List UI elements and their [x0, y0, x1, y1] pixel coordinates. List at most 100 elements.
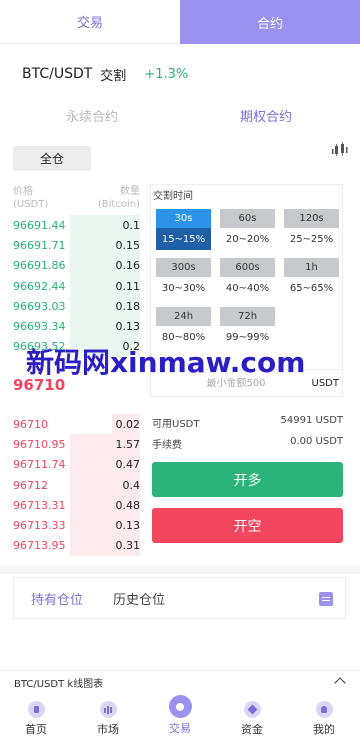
orderbook-price: 96713.33 — [13, 519, 66, 533]
orderbook-qty: 0.47 — [115, 458, 141, 472]
orderbook-price: 96693.03 — [13, 299, 66, 313]
nav-item-home[interactable]: 首页 — [0, 694, 72, 741]
orderbook-row[interactable]: 96691.44 0.1 — [13, 215, 141, 236]
orderbook-price: 96710 — [13, 417, 48, 431]
available-balance-row: 可用USDT 54991 USDT — [152, 415, 343, 430]
fee-label: 手续费 — [152, 440, 182, 451]
delivery-option-time: 300s — [156, 258, 211, 277]
orderbook-row[interactable]: 96691.86 0.16 — [13, 255, 141, 276]
fee-row: 手续费 0.00 USDT — [152, 436, 343, 451]
orderbook-qty: 0.02 — [115, 417, 141, 431]
contract-trading-page: 交易 合约 BTC/USDT 交割 +1.3% 永续合约 期权合约 全仓 价格 … — [0, 0, 360, 741]
available-value: 54991 USDT — [280, 415, 343, 426]
orderbook-price: 96693.34 — [13, 320, 66, 334]
nav-label: 首页 — [25, 723, 47, 736]
nav-item-market[interactable]: 市场 — [72, 694, 144, 741]
kline-chart-bar[interactable]: BTC/USDT k线图表 — [0, 670, 360, 694]
watermark: 新码网xinmaw.com — [25, 346, 306, 380]
nav-item-profile[interactable]: 我的 — [288, 694, 360, 741]
orderbook-row[interactable]: 96710 0.02 — [13, 414, 141, 435]
available-label: 可用USDT — [152, 419, 200, 430]
trade-icon — [168, 695, 192, 718]
delivery-option-range: 65~65% — [284, 277, 339, 299]
positions-tabs: 持有仓位 历史仓位 — [13, 577, 346, 619]
nav-label: 资金 — [241, 723, 263, 736]
price-column-unit: (USDT) — [13, 199, 49, 210]
delivery-options-grid: 30s 15~15% 60s 20~20% 120s 25~25% 300s 30~30% 60… — [156, 209, 339, 348]
orderbook-row[interactable]: 96713.95 0.31 — [13, 535, 141, 557]
top-tabs: 交易 合约 — [0, 0, 360, 44]
orderbook-qty: 0.13 — [115, 320, 141, 334]
pair-change: +1.3% — [144, 66, 189, 82]
tab-position-history[interactable]: 历史仓位 — [113, 589, 165, 608]
orderbook-qty: 0.48 — [115, 498, 141, 512]
bottom-nav: 首页 市场 交易 资金 我的 — [0, 694, 360, 741]
price-column-header: 价格 — [13, 186, 33, 197]
delivery-option-time: 24h — [156, 307, 211, 326]
orderbook-bids: 96691.44 0.1 96691.71 0.15 96691.86 0.16 96692… — [13, 215, 141, 358]
orderbook-qty: 1.57 — [115, 437, 141, 451]
delivery-option-120s[interactable]: 120s 25~25% — [284, 209, 339, 250]
qty-column-unit: (Bitcoin) — [97, 199, 140, 210]
nav-item-assets[interactable]: 资金 — [216, 694, 288, 741]
delivery-option-time: 72h — [220, 307, 275, 326]
orderbook-price: 96713.31 — [13, 498, 66, 512]
nav-label: 交易 — [169, 722, 191, 735]
qty-column-header: 数量 — [120, 186, 140, 197]
delivery-option-time: 30s — [156, 209, 211, 228]
margin-mode-select[interactable]: 全仓 — [13, 146, 91, 171]
delivery-option-time: 1h — [284, 258, 339, 277]
tab-exchange[interactable]: 交易 — [0, 0, 180, 44]
delivery-option-range: 40~40% — [220, 277, 275, 299]
delivery-option-range: 30~30% — [156, 277, 211, 299]
pair-name: BTC/USDT — [22, 66, 93, 82]
orderbook-row[interactable]: 96693.03 0.18 — [13, 296, 140, 317]
orderbook-row[interactable]: 96710.95 1.57 — [13, 434, 141, 455]
tab-current-positions[interactable]: 持有仓位 — [31, 589, 83, 608]
tab-options-contract[interactable]: 期权合约 — [240, 106, 292, 125]
orderbook-row[interactable]: 96692.44 0.11 — [13, 275, 140, 297]
pair-type: 交割 — [100, 68, 127, 84]
delivery-option-time: 60s — [220, 209, 275, 228]
orderbook-qty: 0.16 — [115, 259, 141, 273]
order-list-icon[interactable] — [319, 592, 333, 606]
orderbook-price: 96710.95 — [13, 437, 66, 451]
orderbook-price: 96711.74 — [13, 458, 66, 472]
orderbook-price: 96691.86 — [13, 259, 66, 273]
amount-unit: USDT — [311, 377, 339, 389]
orderbook-qty: 0.1 — [122, 218, 141, 232]
delivery-option-time: 600s — [220, 258, 275, 277]
orderbook-row[interactable]: 96691.71 0.15 — [13, 235, 141, 256]
pair-header[interactable]: BTC/USDT 交割 +1.3% — [22, 64, 188, 84]
open-long-button[interactable]: 开多 — [152, 462, 343, 497]
delivery-option-time: 120s — [284, 209, 339, 228]
nav-item-trade[interactable]: 交易 — [144, 694, 216, 741]
orderbook-row[interactable]: 96713.31 0.48 — [13, 495, 141, 516]
orderbook-price: 96691.44 — [13, 218, 66, 232]
orderbook-qty: 0.31 — [115, 539, 141, 553]
delivery-option-range: 15~15% — [156, 228, 211, 250]
delivery-option-600s[interactable]: 600s 40~40% — [220, 258, 275, 299]
delivery-option-range: 25~25% — [284, 228, 339, 250]
delivery-time-title: 交割时间 — [153, 191, 193, 202]
chevron-up-icon[interactable] — [334, 677, 346, 689]
orderbook-price: 96691.71 — [13, 238, 66, 252]
market-icon — [99, 701, 117, 718]
orderbook-qty: 0.15 — [115, 238, 141, 252]
delivery-option-60s[interactable]: 60s 20~20% — [220, 209, 275, 250]
orderbook-row[interactable]: 96711.74 0.47 — [13, 454, 141, 475]
assets-icon — [243, 701, 261, 718]
candlestick-chart-icon[interactable] — [331, 142, 349, 158]
delivery-option-300s[interactable]: 300s 30~30% — [156, 258, 211, 299]
tab-contract[interactable]: 合约 — [180, 0, 360, 44]
orderbook-row[interactable]: 96693.34 0.13 — [13, 316, 141, 337]
nav-label: 我的 — [313, 723, 335, 736]
open-short-button[interactable]: 开空 — [152, 508, 343, 543]
tab-perpetual-contract[interactable]: 永续合约 — [66, 106, 118, 125]
orderbook-price: 96713.95 — [13, 539, 66, 553]
delivery-option-30s[interactable]: 30s 15~15% — [156, 209, 211, 250]
delivery-option-1h[interactable]: 1h 65~65% — [284, 258, 339, 299]
orderbook-price: 96692.44 — [13, 279, 66, 293]
orderbook-row[interactable]: 96713.33 0.13 — [13, 515, 140, 536]
orderbook-row[interactable]: 96712 0.4 — [13, 474, 140, 496]
